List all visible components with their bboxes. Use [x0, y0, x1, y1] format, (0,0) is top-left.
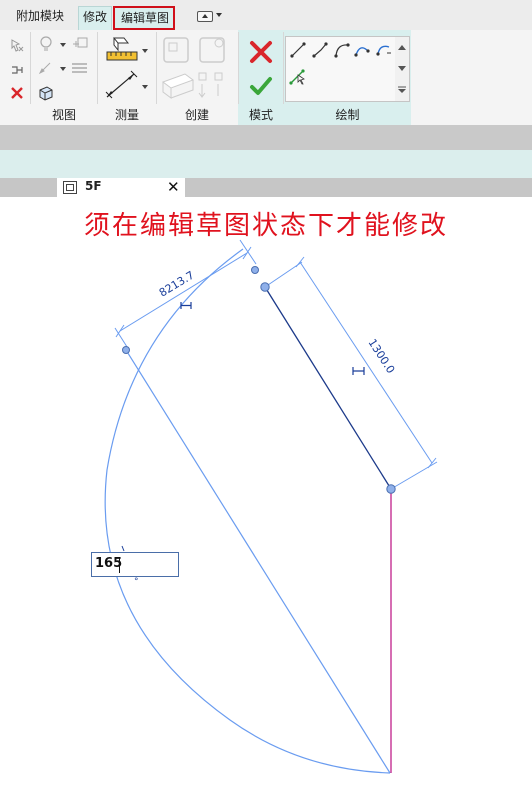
- view-tab-5f[interactable]: 5F ✕: [57, 178, 185, 197]
- draw-arc-icon[interactable]: [333, 41, 351, 59]
- dimension-value-input[interactable]: 165: [91, 552, 179, 577]
- section-box-icon[interactable]: [37, 84, 55, 102]
- create-assembly-icon[interactable]: [197, 35, 227, 65]
- panel-create-title: 创建: [184, 108, 209, 122]
- x-red-icon[interactable]: [247, 38, 275, 66]
- panel-mode: 模式: [239, 30, 283, 125]
- panel-create: 创建: [157, 30, 237, 125]
- create-parts-icon[interactable]: [159, 70, 195, 102]
- panel-mode-title: 模式: [248, 108, 273, 122]
- create-group-icon[interactable]: [161, 35, 191, 65]
- paintbrush-icon[interactable]: [37, 59, 55, 77]
- ribbon: 视图 测量 创建 模式 绘制: [0, 30, 532, 126]
- gallery-expand-icon[interactable]: [395, 79, 409, 100]
- gallery-down-icon[interactable]: [395, 58, 409, 79]
- select-filter-icon[interactable]: [8, 36, 26, 54]
- text-cursor: [119, 557, 120, 573]
- pick-lines-icon[interactable]: [289, 67, 307, 85]
- measure-ruler-icon[interactable]: [104, 35, 140, 65]
- draw-gallery-scroll[interactable]: [395, 36, 410, 102]
- options-bar: [0, 125, 532, 150]
- draw-tangent-arc-icon[interactable]: [374, 41, 392, 59]
- ribbon-tab-row: 附加模块 修改 编辑草图: [0, 0, 532, 31]
- draw-line-icon[interactable]: [289, 41, 307, 59]
- drawing-canvas[interactable]: [0, 197, 532, 805]
- notice-text: 须在编辑草图状态下才能修改: [83, 211, 448, 241]
- gallery-up-icon[interactable]: [395, 37, 409, 58]
- panel-measure: 测量: [98, 30, 156, 125]
- panel-draw-title: 绘制: [335, 108, 360, 122]
- ribbon-options-caret-icon[interactable]: [216, 13, 222, 17]
- draw-tools-gallery: [285, 36, 397, 102]
- tab-add-ins[interactable]: 附加模块: [12, 6, 68, 26]
- view-tab-label: 5F: [85, 179, 102, 193]
- close-icon[interactable]: ✕: [167, 178, 180, 196]
- pin-icon[interactable]: [8, 61, 26, 79]
- dimension-icon[interactable]: [104, 70, 140, 100]
- delete-icon[interactable]: [8, 84, 26, 102]
- similar-icon[interactable]: [197, 70, 227, 102]
- contextual-strip: [0, 150, 532, 178]
- floor-plan-icon: [63, 181, 77, 194]
- lightbulb-icon[interactable]: [37, 35, 55, 53]
- draw-center-arc-icon[interactable]: [353, 41, 371, 59]
- tab-edit-sketch[interactable]: 编辑草图: [113, 6, 175, 30]
- tab-modify[interactable]: 修改: [78, 6, 113, 31]
- hide-element-icon[interactable]: [71, 35, 89, 53]
- panel-view-title: 视图: [51, 108, 76, 122]
- panel-view: 视图: [31, 30, 97, 125]
- check-green-icon[interactable]: [247, 72, 275, 100]
- draw-rectangle-icon[interactable]: [311, 41, 329, 59]
- ribbon-minimize-icon[interactable]: [197, 11, 213, 22]
- panel-measure-title: 测量: [114, 108, 139, 122]
- linework-icon[interactable]: [71, 59, 89, 77]
